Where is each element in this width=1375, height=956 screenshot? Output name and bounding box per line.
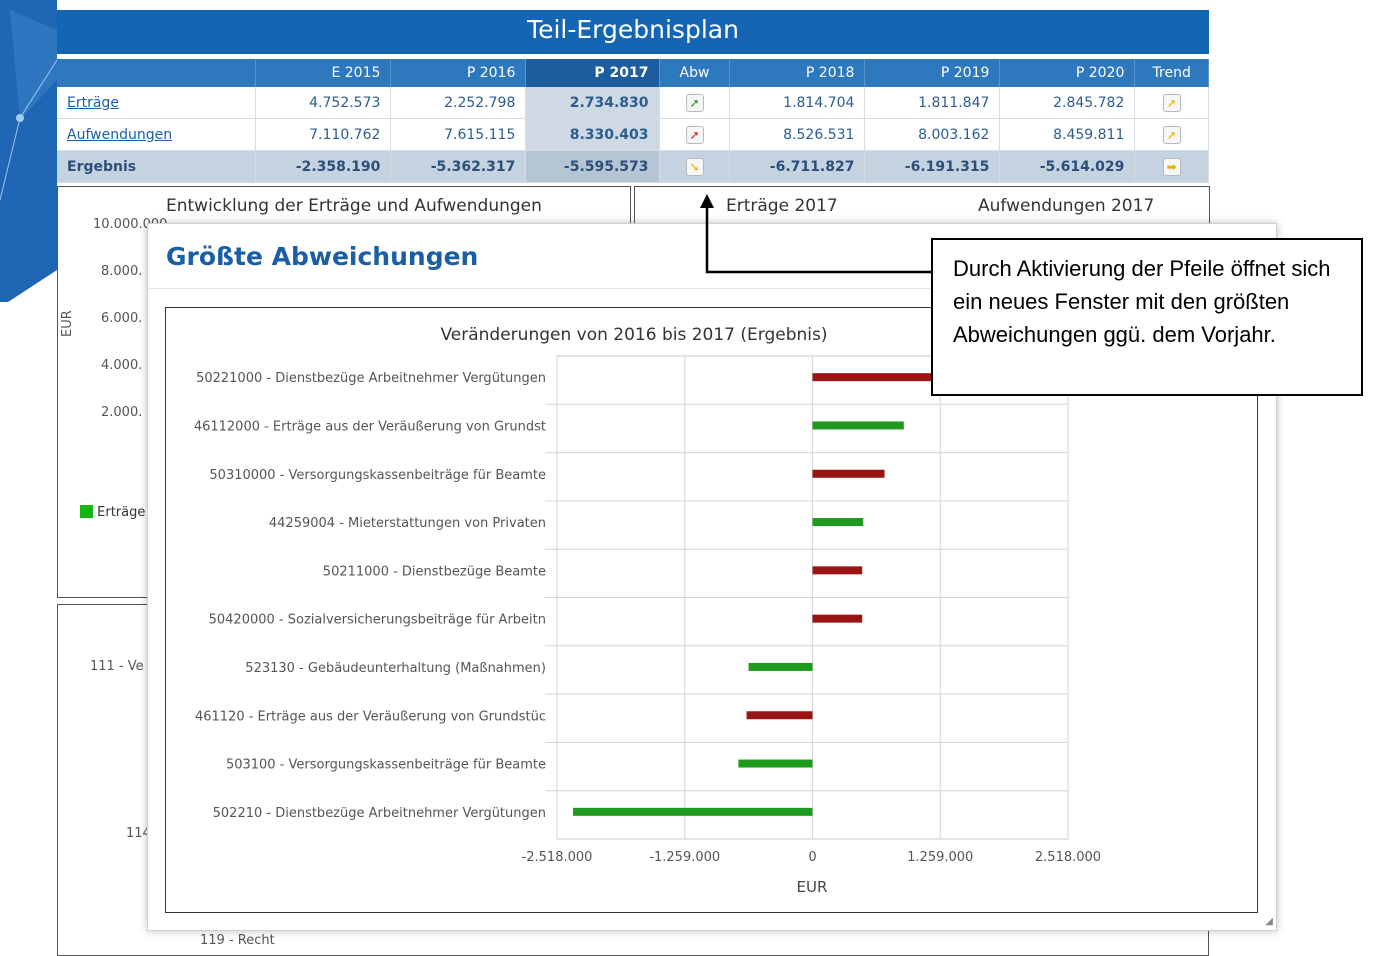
- x-tick-label: 2.518.000: [1035, 850, 1101, 865]
- y-tick-label: 6.000.: [101, 311, 143, 326]
- table-cell: 2.734.830: [525, 87, 660, 119]
- table-cell: 1.811.847: [864, 87, 1001, 119]
- legend-item[interactable]: Erträge: [80, 505, 145, 520]
- table-cell: 7.615.115: [390, 118, 527, 151]
- column-header-p2019: P 2019: [864, 59, 1001, 87]
- arrow-down-right-yellow-icon[interactable]: ➘: [685, 157, 704, 176]
- deviation-chart-frame: Veränderungen von 2016 bis 2017 (Ergebni…: [165, 307, 1258, 913]
- development-chart-title: Entwicklung der Erträge und Aufwendungen: [166, 196, 542, 216]
- column-header-e2015: E 2015: [255, 59, 392, 87]
- detail-row-label: 111 - Ve: [90, 659, 144, 674]
- arrow-up-right-yellow-icon[interactable]: ➚: [1162, 93, 1181, 112]
- deviation-bar: [812, 373, 944, 382]
- legend-label: Erträge: [97, 505, 146, 520]
- category-label: 44259004 - Mieterstattungen von Privaten: [269, 516, 546, 531]
- page-title-bar: Teil-Ergebnisplan: [57, 10, 1209, 54]
- arrow-up-right-red-icon[interactable]: ➚: [685, 125, 704, 144]
- category-label: 50221000 - Dienstbezüge Arbeitnehmer Ver…: [196, 371, 546, 386]
- table-row-ertraege: Erträge 4.752.573 2.252.798 2.734.830 ➚ …: [57, 87, 1209, 119]
- category-label: 50420000 - Sozialversicherungsbeiträge f…: [209, 613, 546, 628]
- page-title: Teil-Ergebnisplan: [527, 15, 739, 44]
- column-header-p2016: P 2016: [390, 59, 527, 87]
- trend-cell: ➚: [1134, 87, 1209, 119]
- table-cell: 8.459.811: [999, 118, 1136, 151]
- arrow-up-right-yellow-icon[interactable]: ➚: [1162, 125, 1181, 144]
- column-header-abw: Abw: [659, 59, 731, 87]
- table-cell: 7.110.762: [255, 118, 392, 151]
- deviation-bar: [812, 421, 904, 430]
- deviation-bar: [738, 759, 813, 768]
- column-header-p2020: P 2020: [999, 59, 1136, 87]
- x-tick-label: -1.259.000: [649, 850, 720, 865]
- table-row-ergebnis: Ergebnis -2.358.190 -5.362.317 -5.595.57…: [57, 150, 1209, 183]
- abw-cell: ➘: [659, 150, 731, 183]
- arrow-right-yellow-icon[interactable]: ➡: [1162, 157, 1181, 176]
- table-cell: -5.362.317: [390, 150, 527, 183]
- abw-cell: ➚: [659, 87, 731, 119]
- y-tick-label: 4.000.: [101, 358, 143, 373]
- trend-cell: ➡: [1134, 150, 1209, 183]
- table-row-aufwendungen: Aufwendungen 7.110.762 7.615.115 8.330.4…: [57, 118, 1209, 151]
- x-axis-label: EUR: [797, 878, 828, 896]
- table-cell: -6.191.315: [864, 150, 1001, 183]
- table-cell: -5.614.029: [999, 150, 1136, 183]
- table-cell: -2.358.190: [255, 150, 392, 183]
- deviation-bar: [812, 566, 863, 575]
- table-header-row: E 2015 P 2016 P 2017 Abw P 2018 P 2019 P…: [57, 59, 1209, 87]
- row-label-ergebnis: Ergebnis: [57, 150, 257, 183]
- chart-title: Veränderungen von 2016 bis 2017 (Ergebni…: [440, 325, 827, 345]
- aufwendungen-2017-title: Aufwendungen 2017: [978, 196, 1155, 216]
- deviation-bar: [573, 807, 813, 816]
- y-tick-label: 2.000.: [101, 405, 143, 420]
- trend-cell: ➚: [1134, 118, 1209, 151]
- table-cell: 8.526.531: [729, 118, 866, 151]
- summary-table: E 2015 P 2016 P 2017 Abw P 2018 P 2019 P…: [57, 59, 1209, 183]
- category-label: 523130 - Gebäudeunterhaltung (Maßnahmen): [245, 661, 546, 676]
- table-cell: 8.003.162: [864, 118, 1001, 151]
- column-header-label: [57, 59, 257, 87]
- x-tick-label: 0: [808, 850, 816, 865]
- table-cell: 2.845.782: [999, 87, 1136, 119]
- table-cell: -6.711.827: [729, 150, 866, 183]
- category-label: 502210 - Dienstbezüge Arbeitnehmer Vergü…: [213, 806, 546, 821]
- dialog-title: Größte Abweichungen: [166, 242, 479, 271]
- table-cell: 2.252.798: [390, 87, 527, 119]
- category-label: 50310000 - Versorgungskassenbeiträge für…: [209, 468, 546, 483]
- table-cell: -5.595.573: [525, 150, 660, 183]
- deviation-bar: [748, 662, 813, 671]
- y-axis-label: EUR: [60, 310, 75, 337]
- row-link-ertraege[interactable]: Erträge: [67, 95, 119, 111]
- deviation-bar: [812, 518, 864, 527]
- category-label: 50211000 - Dienstbezüge Beamte: [323, 564, 546, 579]
- category-label: 503100 - Versorgungskassenbeiträge für B…: [226, 758, 546, 773]
- legend-swatch: [80, 505, 93, 518]
- column-header-p2017: P 2017: [525, 59, 660, 87]
- row-label-cell[interactable]: Aufwendungen: [57, 118, 257, 151]
- annotation-callout: Durch Aktivierung der Pfeile öffnet sich…: [931, 238, 1363, 396]
- table-cell: 4.752.573: [255, 87, 392, 119]
- column-header-p2018: P 2018: [729, 59, 866, 87]
- deviation-bar: [812, 469, 885, 478]
- callout-arrow: [700, 194, 931, 274]
- abw-cell: ➚: [659, 118, 731, 151]
- arrow-up-right-green-icon[interactable]: ➚: [685, 93, 704, 112]
- category-label: 46112000 - Erträge aus der Veräußerung v…: [194, 419, 546, 434]
- row-label-cell[interactable]: Erträge: [57, 87, 257, 119]
- x-tick-label: -2.518.000: [522, 850, 593, 865]
- resize-grip-icon[interactable]: ◢: [1265, 916, 1273, 927]
- x-tick-label: 1.259.000: [907, 850, 973, 865]
- deviation-bar: [812, 614, 863, 623]
- table-cell: 8.330.403: [525, 118, 660, 151]
- callout-text: Durch Aktivierung der Pfeile öffnet sich…: [953, 256, 1331, 347]
- row-link-aufwendungen[interactable]: Aufwendungen: [67, 127, 172, 143]
- deviation-chart: Veränderungen von 2016 bis 2017 (Ergebni…: [194, 325, 1101, 896]
- category-label: 461120 - Erträge aus der Veräußerung von…: [195, 709, 546, 724]
- column-header-trend: Trend: [1134, 59, 1209, 87]
- y-tick-label: 8.000.: [101, 264, 143, 279]
- deviation-bar: [746, 711, 813, 720]
- table-cell: 1.814.704: [729, 87, 866, 119]
